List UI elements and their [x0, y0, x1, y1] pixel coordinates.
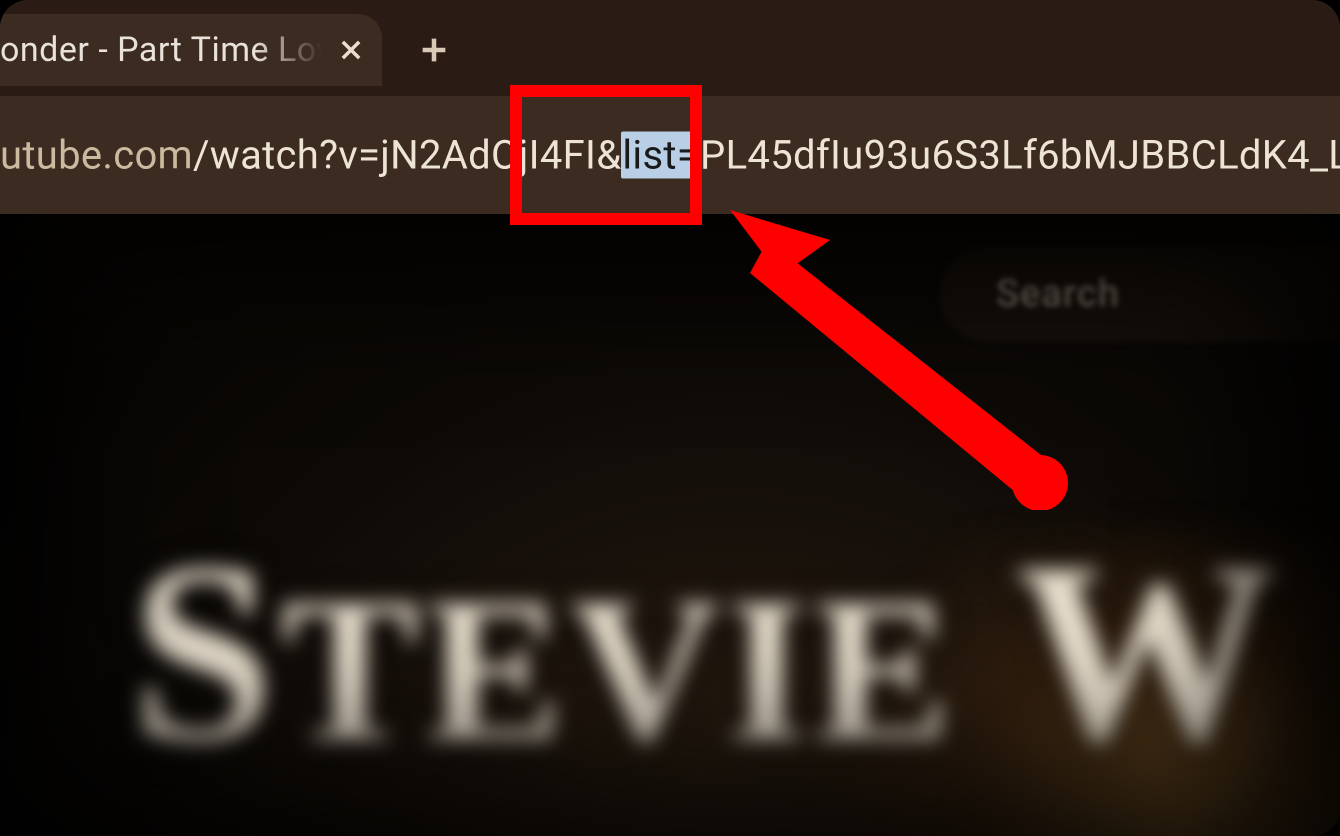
url-path: /watch?v=jN2AdOjI4FI& — [193, 132, 621, 179]
url-text[interactable]: utube.com/watch?v=jN2AdOjI4FI&list=PL45d… — [0, 132, 1340, 179]
hero-cap-2: W — [1016, 509, 1282, 797]
tab-strip: onder - Part Time Lov — [0, 0, 1340, 96]
browser-tab[interactable]: onder - Part Time Lov — [0, 14, 382, 86]
tab-title: onder - Part Time Lov — [0, 30, 336, 70]
search-placeholder: Search — [996, 272, 1120, 316]
page-viewport: Search STEVIE W — [0, 214, 1340, 836]
close-icon[interactable] — [336, 35, 366, 65]
video-hero-title: STEVIE W — [130, 504, 1340, 803]
hero-cap-1: S — [130, 509, 281, 797]
url-rest: PL45dfIu93u6S3Lf6bMJBBCLdK4_LZYjY — [700, 132, 1340, 179]
browser-window: onder - Part Time Lov utube.com/watch?v=… — [0, 0, 1340, 836]
address-bar[interactable]: utube.com/watch?v=jN2AdOjI4FI&list=PL45d… — [0, 96, 1340, 214]
search-input[interactable]: Search — [940, 246, 1340, 342]
new-tab-button[interactable] — [414, 30, 454, 70]
url-selected-text: list= — [621, 132, 700, 179]
hero-text-1: TEVIE — [281, 555, 1016, 785]
url-host-faded: utube.com — [0, 132, 193, 179]
